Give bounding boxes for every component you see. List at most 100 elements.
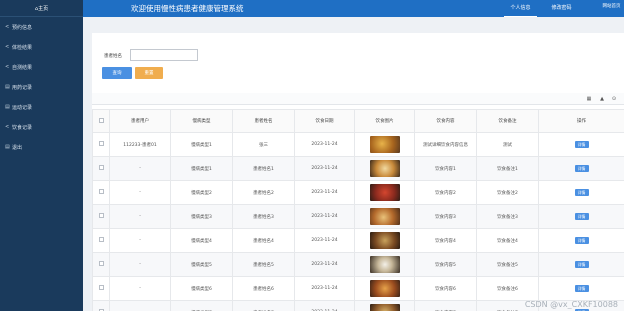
tab-site-home[interactable]: 网站首页 [599,3,624,16]
sidebar-item-self-test-results[interactable]: < 自测结果 [0,57,83,77]
columns-icon[interactable]: ▦ [586,96,592,102]
cell-date: 2023-11-24 [294,252,355,277]
sidebar-home[interactable]: ⌂主页 [0,0,83,17]
select-all-cell[interactable] [92,109,110,133]
cell-type: 慢病类型5 [170,252,233,277]
detail-button[interactable]: 详情 [574,285,589,292]
detail-button[interactable]: 详情 [574,141,589,148]
tab-change-password[interactable]: 修改密码 [545,4,578,17]
row-checkbox[interactable] [98,141,104,146]
row-checkbox[interactable] [98,285,104,290]
share-icon: < [5,124,10,130]
table-row: - 慢病类型3 患者姓名3 2023-11-24 饮食内容3 饮食备注3 详情 [92,204,624,229]
cell-date: 2023-11-24 [294,132,355,157]
cell-type: 慢病类型4 [170,228,233,253]
row-checkbox[interactable] [98,165,104,170]
sidebar-item-label: 用药记录 [12,84,33,91]
cell-type: 慢病类型2 [170,180,233,205]
cell-name: 患者姓名2 [232,180,295,205]
cell-date: 2023-11-24 [294,180,355,205]
print-icon[interactable]: ▲ [599,96,605,102]
food-image [369,232,400,249]
diet-records-table: 患者用户 慢病类型 患者姓名 饮食日期 饮食图片 饮食内容 饮食备注 操作 11… [92,109,624,311]
cell-note: 饮食备注1 [476,156,539,181]
cell-content: 饮食内容3 [414,204,477,229]
column-header: 慢病类型 [170,109,233,133]
cell-date: 2023-11-24 [294,300,355,311]
sidebar-item-exercise-records[interactable]: ▤ 运动记录 [0,97,83,117]
share-icon: < [5,24,10,30]
detail-button[interactable]: 详情 [574,237,589,244]
export-icon[interactable]: ⊙ [611,96,617,102]
cell-user: - [109,156,171,181]
cell-user: - [109,204,171,229]
patient-name-input[interactable] [130,49,198,61]
row-checkbox[interactable] [98,189,104,194]
table-row: - 慢病类型5 患者姓名5 2023-11-24 饮食内容5 饮食备注5 详情 [92,252,624,277]
cell-type: 慢病类型7 [170,300,233,311]
food-image [369,160,400,177]
cell-content: 饮食内容4 [414,228,477,253]
share-icon: < [5,64,10,70]
food-image [369,208,400,225]
detail-button[interactable]: 详情 [574,213,589,220]
cell-note: 测试 [476,132,539,157]
cell-name: 患者姓名4 [232,228,295,253]
cell-type: 慢病类型6 [170,276,233,301]
sidebar-item-medication-records[interactable]: ▤ 用药记录 [0,77,83,97]
app-title: 欢迎使用慢性病患者健康管理系统 [131,4,244,13]
cell-date: 2023-11-24 [294,156,355,181]
watermark: CSDN @vx_CXKF10088 [524,300,618,309]
cell-user: - [109,300,171,311]
food-image [369,280,400,297]
row-checkbox[interactable] [98,213,104,218]
table-header-row: 患者用户 慢病类型 患者姓名 饮食日期 饮食图片 饮食内容 饮食备注 操作 [92,109,624,133]
detail-button[interactable]: 详情 [574,261,589,268]
cell-content: 测试详细饮食内容信息 [414,132,477,157]
column-header: 饮食备注 [476,109,539,133]
cell-date: 2023-11-24 [294,204,355,229]
cell-name: 患者姓名5 [232,252,295,277]
sidebar-item-checkup-results[interactable]: < 体检结果 [0,37,83,57]
cell-user: - [109,276,171,301]
detail-button[interactable]: 详情 [574,189,589,196]
table-row: 112233-患者01 慢病类型1 张三 2023-11-24 测试详细饮食内容… [92,132,624,157]
cell-note: 饮食备注2 [476,180,539,205]
table-toolbar: ▦ ▲ ⊙ [92,93,624,105]
top-bar: 欢迎使用慢性病患者健康管理系统 个人信息 修改密码 网站首页 [83,0,624,17]
sidebar-item-label: 退出 [12,144,23,151]
sidebar-item-diet-records[interactable]: < 饮食记录 [0,117,83,137]
sidebar-item-label: 饮食记录 [12,124,33,131]
sidebar-item-appointments[interactable]: < 预约信息 [0,17,83,37]
detail-button[interactable]: 详情 [574,165,589,172]
select-all-checkbox[interactable] [98,117,104,123]
cell-name: 患者姓名7 [232,300,295,311]
column-header: 饮食图片 [354,109,415,133]
row-checkbox[interactable] [98,261,104,266]
table-row: - 慢病类型4 患者姓名4 2023-11-24 饮食内容4 饮食备注4 详情 [92,228,624,253]
cell-name: 患者姓名1 [232,156,295,181]
food-image [369,304,400,311]
sidebar-item-label: 预约信息 [12,24,33,31]
search-label: 患者姓名 [104,54,122,59]
row-checkbox[interactable] [98,237,104,242]
reset-button[interactable]: 重置 [135,67,163,79]
cell-name: 患者姓名3 [232,204,295,229]
document-icon: ▤ [5,84,10,90]
column-header: 患者用户 [109,109,171,133]
sidebar-item-label: 体检结果 [12,44,33,51]
diet-records-table-container: ▦ ▲ ⊙ 患者用户 慢病类型 患者姓名 饮食日期 饮食图片 饮食内容 饮食备注 [92,93,624,311]
sidebar-item-logout[interactable]: ▤ 退出 [0,137,83,157]
cell-content: 饮食内容2 [414,180,477,205]
food-image [369,184,400,201]
table-row: - 慢病类型1 患者姓名1 2023-11-24 饮食内容1 饮食备注1 详情 [92,156,624,181]
column-header: 操作 [538,109,624,133]
query-button[interactable]: 查询 [102,67,132,79]
cell-type: 慢病类型3 [170,204,233,229]
share-icon: < [5,44,10,50]
sidebar: ⌂主页 < 预约信息 < 体检结果 < 自测结果 ▤ 用药记录 ▤ 运动记录 <… [0,0,83,311]
tab-personal-info[interactable]: 个人信息 [504,4,537,17]
cell-type: 慢病类型1 [170,132,233,157]
cell-user: - [109,228,171,253]
cell-type: 慢病类型1 [170,156,233,181]
